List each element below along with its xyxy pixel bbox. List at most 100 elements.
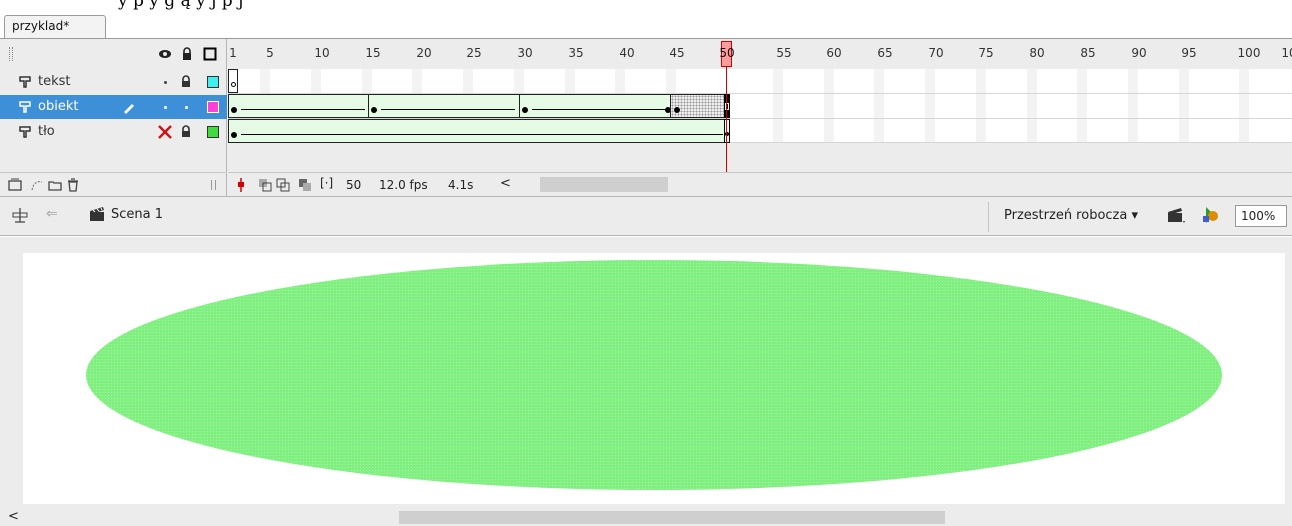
ruler-label: 90 (1131, 46, 1147, 60)
new-folder-icon[interactable] (48, 178, 62, 192)
frame-column-shade (925, 69, 935, 143)
lock-icon[interactable] (180, 75, 192, 88)
ruler-label: 40 (619, 46, 635, 60)
layer-color-swatch[interactable] (207, 76, 219, 88)
ruler-label: 30 (517, 46, 533, 60)
ruler-label: 10 (314, 46, 330, 60)
onion-skin-icon[interactable] (258, 178, 272, 195)
ruler-label: 80 (1029, 46, 1045, 60)
ruler-label: 5 (266, 46, 274, 60)
layer-icon (18, 125, 32, 139)
motion-tween[interactable] (519, 94, 671, 118)
frame-ruler[interactable]: 1 5 10 15 20 25 30 35 40 45 55 60 65 70 … (228, 39, 1292, 69)
frame-column-shade (976, 69, 986, 143)
splitter-grip[interactable] (211, 180, 216, 190)
motion-tween[interactable] (228, 119, 726, 143)
stage[interactable] (23, 253, 1285, 504)
trash-icon[interactable] (66, 178, 80, 192)
pencil-icon (122, 100, 136, 118)
lock-icon[interactable] (180, 47, 194, 61)
edit-scene-icon[interactable] (1166, 206, 1186, 228)
playhead-line (726, 67, 727, 173)
stage-scrollbar[interactable]: < (0, 508, 1292, 526)
ruler-label: 25 (466, 46, 482, 60)
frame-column-shade (824, 69, 834, 143)
workspace-menu[interactable]: Przestrzeń robocza ▾ (1004, 208, 1138, 223)
scene-label: Scena 1 (111, 207, 164, 222)
current-frame-readout: 50 (346, 178, 362, 192)
motion-guide-icon[interactable] (30, 178, 44, 192)
frames-area[interactable]: 1 5 10 15 20 25 30 35 40 45 55 60 65 70 … (228, 39, 1292, 196)
frame-column-shade (1077, 69, 1087, 143)
ruler-label: 65 (877, 46, 893, 60)
frame-column-shade (773, 69, 783, 143)
frame-column-shade (1128, 69, 1138, 143)
layer-name: obiekt (38, 99, 79, 114)
frame-column-shade (1179, 69, 1189, 143)
onion-outlines-icon[interactable] (276, 178, 290, 195)
layer-icon (18, 75, 32, 89)
frame-column-shade (874, 69, 884, 143)
cropped-page-text: y p y g ą y j p j (118, 0, 244, 11)
elapsed-time-readout: 4.1s (448, 178, 474, 192)
keyframe-empty[interactable] (228, 69, 238, 93)
frame-grid[interactable] (228, 69, 1292, 143)
ruler-label: 1 (229, 46, 237, 60)
timeline-panel: tekst obiekt tło 1 5 10 15 20 25 30 35 4… (0, 39, 1292, 196)
motion-tween[interactable] (368, 94, 520, 118)
fps-readout[interactable]: 12.0 fps (379, 178, 428, 192)
layer-name: tło (38, 124, 55, 139)
timeline-toggle-icon[interactable] (11, 206, 29, 228)
scroll-left-arrow[interactable]: < (8, 509, 19, 524)
ruler-label: 35 (568, 46, 584, 60)
lock-icon[interactable] (180, 125, 192, 138)
layer-color-swatch[interactable] (207, 126, 219, 138)
ruler-label: 45 (669, 46, 685, 60)
green-ellipse-shape[interactable] (86, 260, 1222, 490)
new-layer-icon[interactable] (8, 178, 22, 192)
frame-column-shade (1239, 69, 1249, 143)
lock-dot[interactable] (185, 106, 188, 109)
modify-markers-icon[interactable]: [·] (320, 176, 333, 190)
back-arrow-icon[interactable]: ⇐ (46, 206, 58, 222)
playhead-frame-label: 50 (719, 46, 735, 60)
scroll-left-arrow[interactable]: < (500, 176, 511, 191)
layer-row-tekst[interactable]: tekst (0, 70, 227, 94)
eye-icon[interactable] (158, 47, 172, 61)
frame-span[interactable] (670, 94, 725, 118)
keyframe-selected[interactable] (724, 94, 730, 118)
layer-name: tekst (38, 74, 71, 89)
motion-tween[interactable] (228, 94, 369, 118)
outline-icon[interactable] (203, 47, 217, 61)
edit-symbols-icon[interactable] (1200, 205, 1222, 229)
keyframe-end[interactable] (724, 119, 730, 143)
edit-multiple-frames-icon[interactable] (298, 178, 312, 195)
ruler-label: 85 (1080, 46, 1096, 60)
ruler-label: 55 (776, 46, 792, 60)
hidden-x-icon[interactable] (157, 124, 173, 144)
panel-grip-icon[interactable] (9, 47, 13, 61)
layer-tools (0, 172, 227, 196)
ruler-label: 20 (416, 46, 432, 60)
ruler-label: 75 (978, 46, 994, 60)
editbar-divider (988, 202, 989, 232)
ruler-label: 70 (928, 46, 944, 60)
layer-row-obiekt[interactable]: obiekt (0, 95, 227, 119)
layer-color-swatch[interactable] (207, 101, 219, 113)
layer-row-tlo[interactable]: tło (0, 120, 227, 144)
document-tab[interactable]: przyklad* (4, 15, 106, 38)
center-frame-icon[interactable] (236, 178, 246, 195)
layer-icon (18, 100, 32, 114)
ruler-label: 60 (826, 46, 842, 60)
stage-scroll-thumb[interactable] (399, 511, 945, 524)
zoom-field[interactable]: 100% (1235, 205, 1287, 227)
visibility-dot[interactable] (164, 81, 167, 84)
ruler-label: 100 (1237, 46, 1261, 60)
ruler-label: 15 (365, 46, 381, 60)
visibility-dot[interactable] (164, 106, 167, 109)
document-tab-strip: y p y g ą y j p j przyklad* (0, 0, 1292, 38)
timeline-status-bar: [·] 50 12.0 fps 4.1s < (228, 172, 1292, 196)
frames-empty-area (228, 143, 1292, 173)
timeline-scroll-thumb[interactable] (540, 177, 668, 192)
layer-header (0, 39, 227, 69)
